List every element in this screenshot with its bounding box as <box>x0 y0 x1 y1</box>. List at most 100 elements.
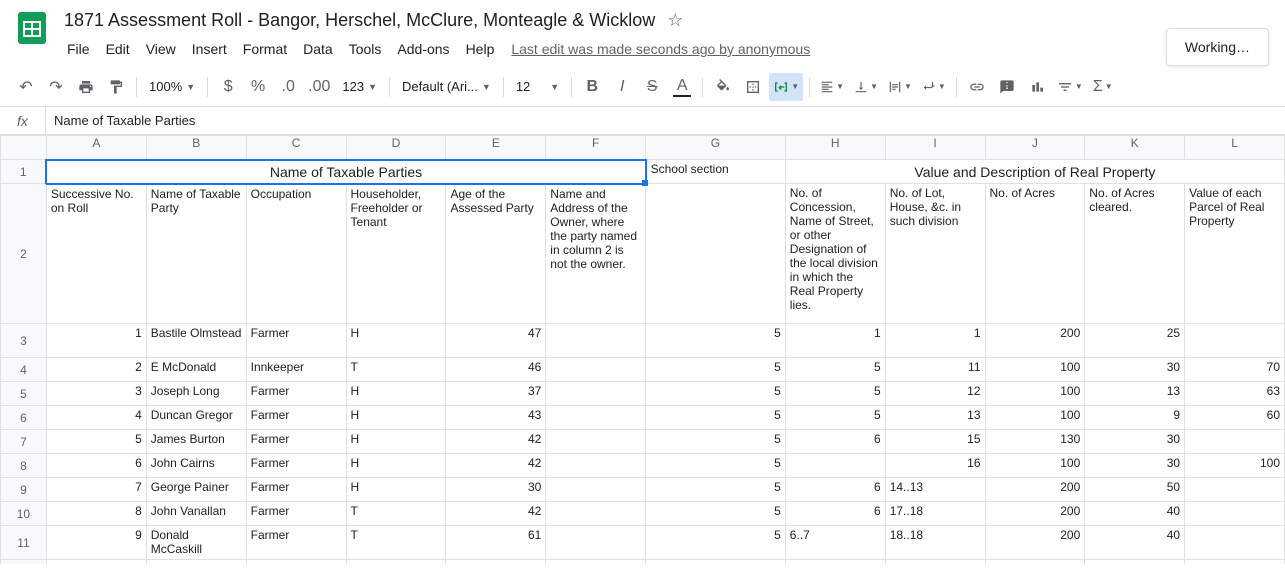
italic-button[interactable]: I <box>608 73 636 101</box>
row-header-2[interactable]: 2 <box>1 184 47 324</box>
star-icon[interactable]: ☆ <box>667 10 683 31</box>
fill-color-button[interactable] <box>709 73 737 101</box>
cell-G6[interactable]: 5 <box>646 406 786 430</box>
cell-F10[interactable] <box>546 502 646 526</box>
cell-C9[interactable]: Farmer <box>246 478 346 502</box>
cell-D4[interactable]: T <box>346 358 446 382</box>
col-header-B[interactable]: B <box>146 136 246 160</box>
cell-G2[interactable] <box>646 184 786 324</box>
cell-E9[interactable]: 30 <box>446 478 546 502</box>
cell-A5[interactable]: 3 <box>46 382 146 406</box>
cell-H5[interactable]: 5 <box>785 382 885 406</box>
cell-J9[interactable]: 200 <box>985 478 1085 502</box>
row-header-5[interactable]: 5 <box>1 382 47 406</box>
increase-decimal-button[interactable]: .00 <box>304 73 334 101</box>
col-header-E[interactable]: E <box>446 136 546 160</box>
cell-J5[interactable]: 100 <box>985 382 1085 406</box>
cell-C6[interactable]: Farmer <box>246 406 346 430</box>
cell-K3[interactable]: 25 <box>1085 324 1185 358</box>
cell-B8[interactable]: John Cairns <box>146 454 246 478</box>
cell-B3[interactable]: Bastile Olmstead <box>146 324 246 358</box>
insert-comment-button[interactable] <box>993 73 1021 101</box>
cell-E6[interactable]: 43 <box>446 406 546 430</box>
cell-G5[interactable]: 5 <box>646 382 786 406</box>
cell-L7[interactable] <box>1185 430 1285 454</box>
cell-H2[interactable]: No. of Concession, Name of Street, or ot… <box>785 184 885 324</box>
col-header-G[interactable]: G <box>646 136 786 160</box>
cell-A4[interactable]: 2 <box>46 358 146 382</box>
cell-F7[interactable] <box>546 430 646 454</box>
cell-H1[interactable]: Value and Description of Real Property <box>785 160 1284 184</box>
row-header-10[interactable]: 10 <box>1 502 47 526</box>
cell-F6[interactable] <box>546 406 646 430</box>
cell-L9[interactable] <box>1185 478 1285 502</box>
cell-L10[interactable] <box>1185 502 1285 526</box>
col-header-H[interactable]: H <box>785 136 885 160</box>
cell-I4[interactable]: 11 <box>885 358 985 382</box>
cell-D3[interactable]: H <box>346 324 446 358</box>
cell-J7[interactable]: 130 <box>985 430 1085 454</box>
cell-K7[interactable]: 30 <box>1085 430 1185 454</box>
cell-D6[interactable]: H <box>346 406 446 430</box>
last-edit-link[interactable]: Last edit was made seconds ago by anonym… <box>511 41 810 57</box>
cell-E12[interactable]: 61 <box>446 560 546 565</box>
cell-D7[interactable]: H <box>346 430 446 454</box>
merge-cells-button[interactable]: ▼ <box>769 73 803 101</box>
cell-K5[interactable]: 13 <box>1085 382 1185 406</box>
more-formats-select[interactable]: 123▼ <box>336 74 383 100</box>
cell-J10[interactable]: 200 <box>985 502 1085 526</box>
cell-C10[interactable]: Farmer <box>246 502 346 526</box>
cell-J11[interactable]: 200 <box>985 526 1085 560</box>
cell-D2[interactable]: Householder, Freeholder or Tenant <box>346 184 446 324</box>
cell-A12[interactable]: 10 <box>46 560 146 565</box>
cell-L4[interactable]: 70 <box>1185 358 1285 382</box>
select-all-corner[interactable] <box>1 136 47 160</box>
cell-H6[interactable]: 5 <box>785 406 885 430</box>
cell-F3[interactable] <box>546 324 646 358</box>
col-header-C[interactable]: C <box>246 136 346 160</box>
cell-D10[interactable]: T <box>346 502 446 526</box>
cell-J8[interactable]: 100 <box>985 454 1085 478</box>
cell-H7[interactable]: 6 <box>785 430 885 454</box>
cell-A11[interactable]: 9 <box>46 526 146 560</box>
menu-insert[interactable]: Insert <box>185 37 234 61</box>
cell-H9[interactable]: 6 <box>785 478 885 502</box>
col-header-L[interactable]: L <box>1185 136 1285 160</box>
menu-data[interactable]: Data <box>296 37 340 61</box>
row-header-11[interactable]: 11 <box>1 526 47 560</box>
cell-E10[interactable]: 42 <box>446 502 546 526</box>
zoom-select[interactable]: 100%▼ <box>143 74 201 100</box>
cell-B10[interactable]: John Vanallan <box>146 502 246 526</box>
cell-L6[interactable]: 60 <box>1185 406 1285 430</box>
cell-H11[interactable]: 6..7 <box>785 526 885 560</box>
row-header-7[interactable]: 7 <box>1 430 47 454</box>
cell-G8[interactable]: 5 <box>646 454 786 478</box>
cell-B11[interactable]: Donald McCaskill <box>146 526 246 560</box>
cell-I12[interactable] <box>885 560 985 565</box>
cell-G4[interactable]: 5 <box>646 358 786 382</box>
cell-J2[interactable]: No. of Acres <box>985 184 1085 324</box>
sheets-logo[interactable] <box>12 8 52 48</box>
row-header-3[interactable]: 3 <box>1 324 47 358</box>
cell-K11[interactable]: 40 <box>1085 526 1185 560</box>
cell-E7[interactable]: 42 <box>446 430 546 454</box>
cell-H4[interactable]: 5 <box>785 358 885 382</box>
row-header-4[interactable]: 4 <box>1 358 47 382</box>
cell-I8[interactable]: 16 <box>885 454 985 478</box>
col-header-J[interactable]: J <box>985 136 1085 160</box>
spreadsheet-grid[interactable]: ABCDEFGHIJKL1Name of Taxable PartiesScho… <box>0 135 1285 564</box>
col-header-I[interactable]: I <box>885 136 985 160</box>
cell-B6[interactable]: Duncan Gregor <box>146 406 246 430</box>
cell-C11[interactable]: Farmer <box>246 526 346 560</box>
cell-L12[interactable] <box>1185 560 1285 565</box>
cell-B5[interactable]: Joseph Long <box>146 382 246 406</box>
bold-button[interactable]: B <box>578 73 606 101</box>
cell-F12[interactable] <box>546 560 646 565</box>
menu-format[interactable]: Format <box>236 37 294 61</box>
col-header-A[interactable]: A <box>46 136 146 160</box>
menu-help[interactable]: Help <box>459 37 502 61</box>
undo-button[interactable]: ↶ <box>12 73 40 101</box>
insert-link-button[interactable] <box>963 73 991 101</box>
cell-B4[interactable]: E McDonald <box>146 358 246 382</box>
cell-F2[interactable]: Name and Address of the Owner, where the… <box>546 184 646 324</box>
